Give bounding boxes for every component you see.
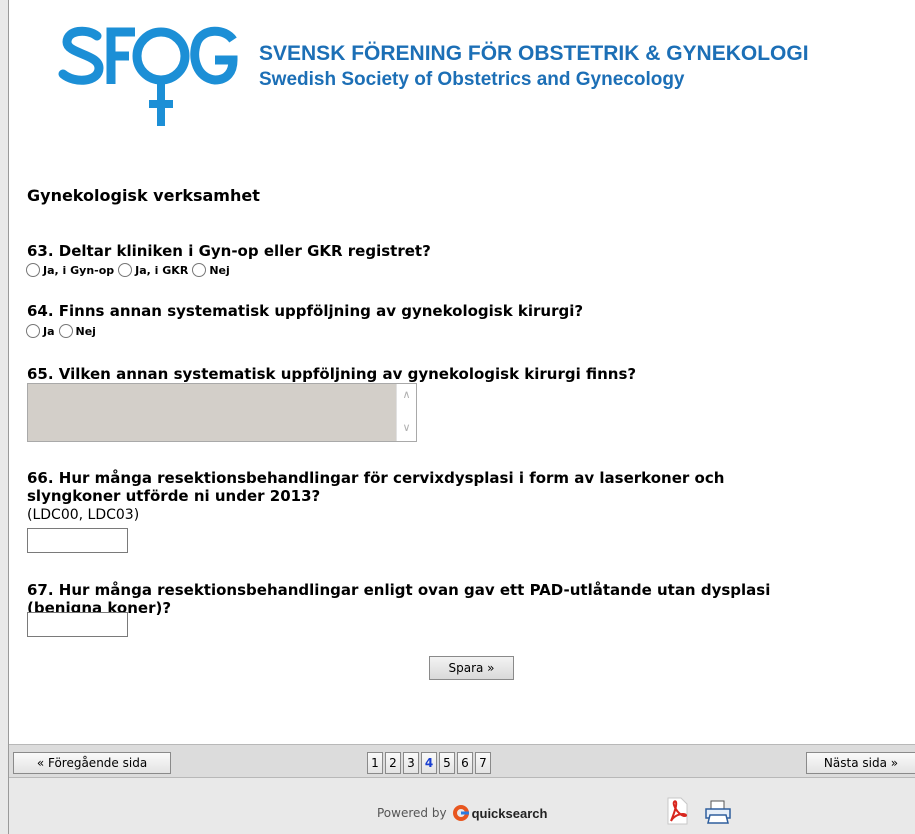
question-63: 63. Deltar kliniken i Gyn-op eller GKR r…: [27, 242, 431, 260]
q67-number-input[interactable]: [27, 612, 128, 637]
previous-page-button[interactable]: « Föregående sida: [13, 752, 171, 774]
page-button[interactable]: 1: [367, 752, 383, 774]
org-name-en: Swedish Society of Obstetrics and Gyneco…: [259, 69, 685, 90]
next-page-button[interactable]: Nästa sida »: [806, 752, 915, 774]
question-67-line-1: 67. Hur många resektionsbehandlingar enl…: [27, 581, 771, 599]
pdf-icon[interactable]: [665, 797, 689, 825]
q63-option-gkr[interactable]: Ja, i GKR: [118, 263, 188, 277]
powered-by-label: Powered by: [377, 806, 447, 820]
save-button[interactable]: Spara »: [429, 656, 514, 680]
quicksearch-icon: [452, 805, 469, 821]
question-65: 65. Vilken annan systematisk uppföljning…: [27, 365, 637, 383]
page-button[interactable]: 7: [475, 752, 491, 774]
question-64-options: Ja Nej: [26, 324, 100, 338]
q64-option-nej[interactable]: Nej: [58, 324, 96, 338]
scroll-down-icon[interactable]: ∨: [397, 421, 416, 434]
section-title: Gynekologisk verksamhet: [27, 186, 260, 205]
radio-icon[interactable]: [58, 324, 73, 338]
radio-icon[interactable]: [192, 263, 207, 277]
radio-icon[interactable]: [118, 263, 133, 277]
scroll-up-icon[interactable]: ∧: [397, 388, 416, 401]
current-page-button[interactable]: 4: [421, 752, 437, 774]
page-button[interactable]: 6: [457, 752, 473, 774]
page-button[interactable]: 2: [385, 752, 401, 774]
q66-number-input[interactable]: [27, 528, 128, 553]
org-name-sv: SVENSK FÖRENING FÖR OBSTETRIK & GYNEKOLO…: [259, 42, 809, 65]
header: SVENSK FÖRENING FÖR OBSTETRIK & GYNEKOLO…: [9, 0, 915, 140]
question-64: 64. Finns annan systematisk uppföljning …: [27, 302, 584, 320]
quicksearch-logo[interactable]: quicksearch: [452, 805, 548, 821]
question-66-hint: (LDC00, LDC03): [27, 507, 140, 523]
footer: Powered by quicksearch: [9, 779, 915, 834]
question-66-line-1: 66. Hur många resektionsbehandlingar för…: [27, 469, 725, 487]
radio-icon[interactable]: [26, 324, 40, 338]
q63-option-nej[interactable]: Nej: [192, 263, 230, 277]
page-buttons: 1 2 3 4 5 6 7: [367, 752, 491, 774]
question-66-line-2: slyngkoner utförde ni under 2013?: [27, 487, 321, 505]
page-button[interactable]: 3: [403, 752, 419, 774]
print-icon[interactable]: [704, 799, 732, 825]
page-navigation: « Föregående sida 1 2 3 4 5 6 7 Nästa si…: [9, 744, 915, 778]
radio-icon[interactable]: [26, 263, 40, 277]
survey-content: SVENSK FÖRENING FÖR OBSTETRIK & GYNEKOLO…: [9, 0, 915, 744]
sfog-logo-icon: [58, 26, 238, 126]
quicksearch-brand: quicksearch: [471, 805, 548, 821]
q63-option-gyn-op[interactable]: Ja, i Gyn-op: [26, 263, 114, 277]
textarea-scrollbar[interactable]: ∧ ∨: [396, 384, 416, 441]
powered-by: Powered by quicksearch: [377, 805, 547, 821]
page-button[interactable]: 5: [439, 752, 455, 774]
q64-option-ja[interactable]: Ja: [26, 324, 55, 338]
question-63-options: Ja, i Gyn-op Ja, i GKR Nej: [26, 263, 234, 277]
q65-textarea[interactable]: ∧ ∨: [27, 383, 417, 442]
survey-frame: SVENSK FÖRENING FÖR OBSTETRIK & GYNEKOLO…: [8, 0, 915, 834]
